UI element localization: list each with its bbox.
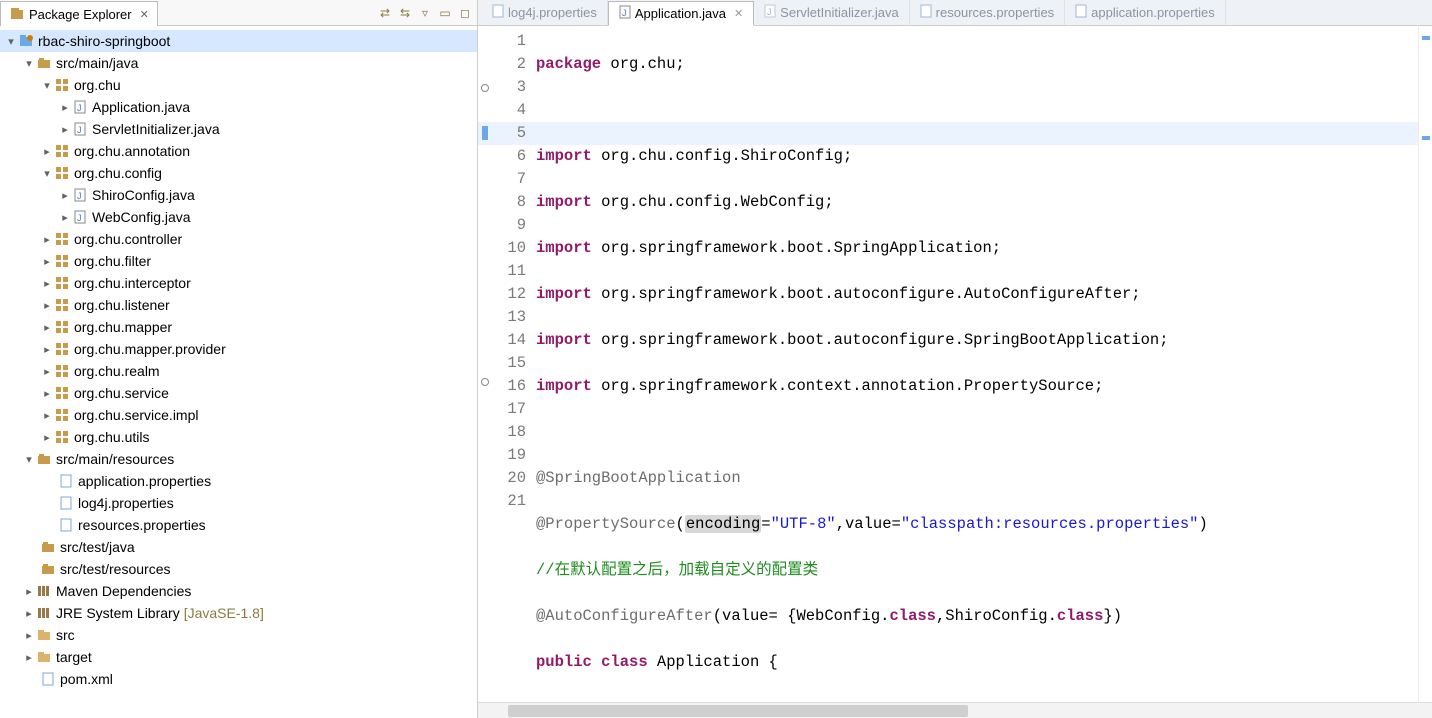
maximize-icon[interactable]: ◻ [457,5,473,21]
package-icon [54,429,70,445]
tree-src-test-resources[interactable]: ▸src/test/resources [0,558,477,580]
package-explorer-tab[interactable]: Package Explorer ✕ [0,1,158,26]
project-icon [18,33,34,49]
java-file-icon: J [72,187,88,203]
package-icon [54,341,70,357]
java-file-icon: J [764,4,776,21]
package-icon [54,253,70,269]
editor-tab-log4j[interactable]: log4j.properties [482,0,608,25]
sidebar-toolbar: ⇄ ⇆ ▿ ▭ ◻ [377,0,477,25]
folder-icon [36,649,52,665]
tree-pkg-mapper-provider[interactable]: ▸org.chu.mapper.provider [0,338,477,360]
editor-tab-application-props[interactable]: application.properties [1065,0,1226,25]
package-icon [54,231,70,247]
package-icon [54,407,70,423]
package-icon [54,77,70,93]
file-icon [58,473,74,489]
svg-text:J: J [622,8,627,18]
svg-text:J: J [77,213,82,223]
scrollbar-thumb[interactable] [508,705,968,717]
collapse-all-icon[interactable]: ⇄ [377,5,393,21]
tree-pkg-org-chu[interactable]: ▾ org.chu [0,74,477,96]
editor-tab-resources-props[interactable]: resources.properties [910,0,1066,25]
tree-file-shiro-config[interactable]: ▸ J ShiroConfig.java [0,184,477,206]
package-icon [54,319,70,335]
tree-file-app-props[interactable]: ▸application.properties [0,470,477,492]
tree-file-servlet-init[interactable]: ▸ J ServletInitializer.java [0,118,477,140]
package-explorer-title: Package Explorer [29,7,132,22]
tree-pom[interactable]: ▸pom.xml [0,668,477,690]
svg-text:J: J [77,191,82,201]
file-icon [1075,4,1087,21]
package-icon [54,275,70,291]
source-folder-icon [36,55,52,71]
code-content[interactable]: package org.chu; import org.chu.config.S… [532,26,1418,702]
tree-pkg-utils[interactable]: ▸org.chu.utils [0,426,477,448]
tree-file-res-props[interactable]: ▸resources.properties [0,514,477,536]
link-editor-icon[interactable]: ⇆ [397,5,413,21]
tree-src-test-java[interactable]: ▸src/test/java [0,536,477,558]
tree-pkg-filter[interactable]: ▸org.chu.filter [0,250,477,272]
java-file-icon: J [619,5,631,22]
java-file-icon: J [72,209,88,225]
close-icon[interactable]: ✕ [136,8,149,21]
editor-tabs: log4j.properties J Application.java ✕ J … [478,0,1432,26]
java-file-icon: J [72,99,88,115]
tree-file-web-config[interactable]: ▸ J WebConfig.java [0,206,477,228]
tree-src-main-java[interactable]: ▾ src/main/java [0,52,477,74]
tree-pkg-mapper[interactable]: ▸org.chu.mapper [0,316,477,338]
tree-file-application[interactable]: ▸ J Application.java [0,96,477,118]
java-file-icon: J [72,121,88,137]
file-icon [920,4,932,21]
tree-pkg-interceptor[interactable]: ▸org.chu.interceptor [0,272,477,294]
minimize-icon[interactable]: ▭ [437,5,453,21]
svg-text:J: J [767,7,772,17]
tree-jre-lib[interactable]: ▸JRE System Library[JavaSE-1.8] [0,602,477,624]
tree-pkg-listener[interactable]: ▸org.chu.listener [0,294,477,316]
file-icon [58,495,74,511]
tree-pkg-config[interactable]: ▾ org.chu.config [0,162,477,184]
tree-pkg-realm[interactable]: ▸org.chu.realm [0,360,477,382]
editor-area: log4j.properties J Application.java ✕ J … [478,0,1432,718]
tree-src-main-resources[interactable]: ▾ src/main/resources [0,448,477,470]
source-folder-icon [40,539,56,555]
horizontal-scrollbar[interactable] [478,702,1432,718]
package-explorer-icon [9,6,25,22]
folder-icon [36,627,52,643]
library-icon [36,583,52,599]
svg-text:J: J [77,103,82,113]
package-explorer-panel: Package Explorer ✕ ⇄ ⇆ ▿ ▭ ◻ ▾ rbac-shir… [0,0,478,718]
view-menu-icon[interactable]: ▿ [417,5,433,21]
file-icon [58,517,74,533]
library-icon [36,605,52,621]
tree-project[interactable]: ▾ rbac-shiro-springboot [0,30,477,52]
package-icon [54,143,70,159]
package-icon [54,165,70,181]
close-icon[interactable]: ✕ [730,7,743,20]
sidebar-header: Package Explorer ✕ ⇄ ⇆ ▿ ▭ ◻ [0,0,477,26]
file-icon [40,671,56,687]
svg-text:J: J [77,125,82,135]
editor-body[interactable]: 1234 5678 9101112 13141516 17181920 21 p… [478,26,1432,702]
tree-pkg-service-impl[interactable]: ▸org.chu.service.impl [0,404,477,426]
tree-file-log4j[interactable]: ▸log4j.properties [0,492,477,514]
package-icon [54,297,70,313]
tree-pkg-controller[interactable]: ▸org.chu.controller [0,228,477,250]
project-tree[interactable]: ▾ rbac-shiro-springboot ▾ src/main/java … [0,26,477,718]
source-folder-icon [40,561,56,577]
overview-ruler[interactable] [1418,26,1432,702]
file-icon [492,4,504,21]
editor-tab-servlet-init[interactable]: J ServletInitializer.java [754,0,910,25]
tree-pkg-service[interactable]: ▸org.chu.service [0,382,477,404]
tree-src-folder[interactable]: ▸src [0,624,477,646]
editor-tab-application[interactable]: J Application.java ✕ [608,1,754,26]
package-icon [54,363,70,379]
package-icon [54,385,70,401]
tree-target-folder[interactable]: ▸target [0,646,477,668]
tree-maven-deps[interactable]: ▸Maven Dependencies [0,580,477,602]
tree-pkg-annotation[interactable]: ▸ org.chu.annotation [0,140,477,162]
source-folder-icon [36,451,52,467]
